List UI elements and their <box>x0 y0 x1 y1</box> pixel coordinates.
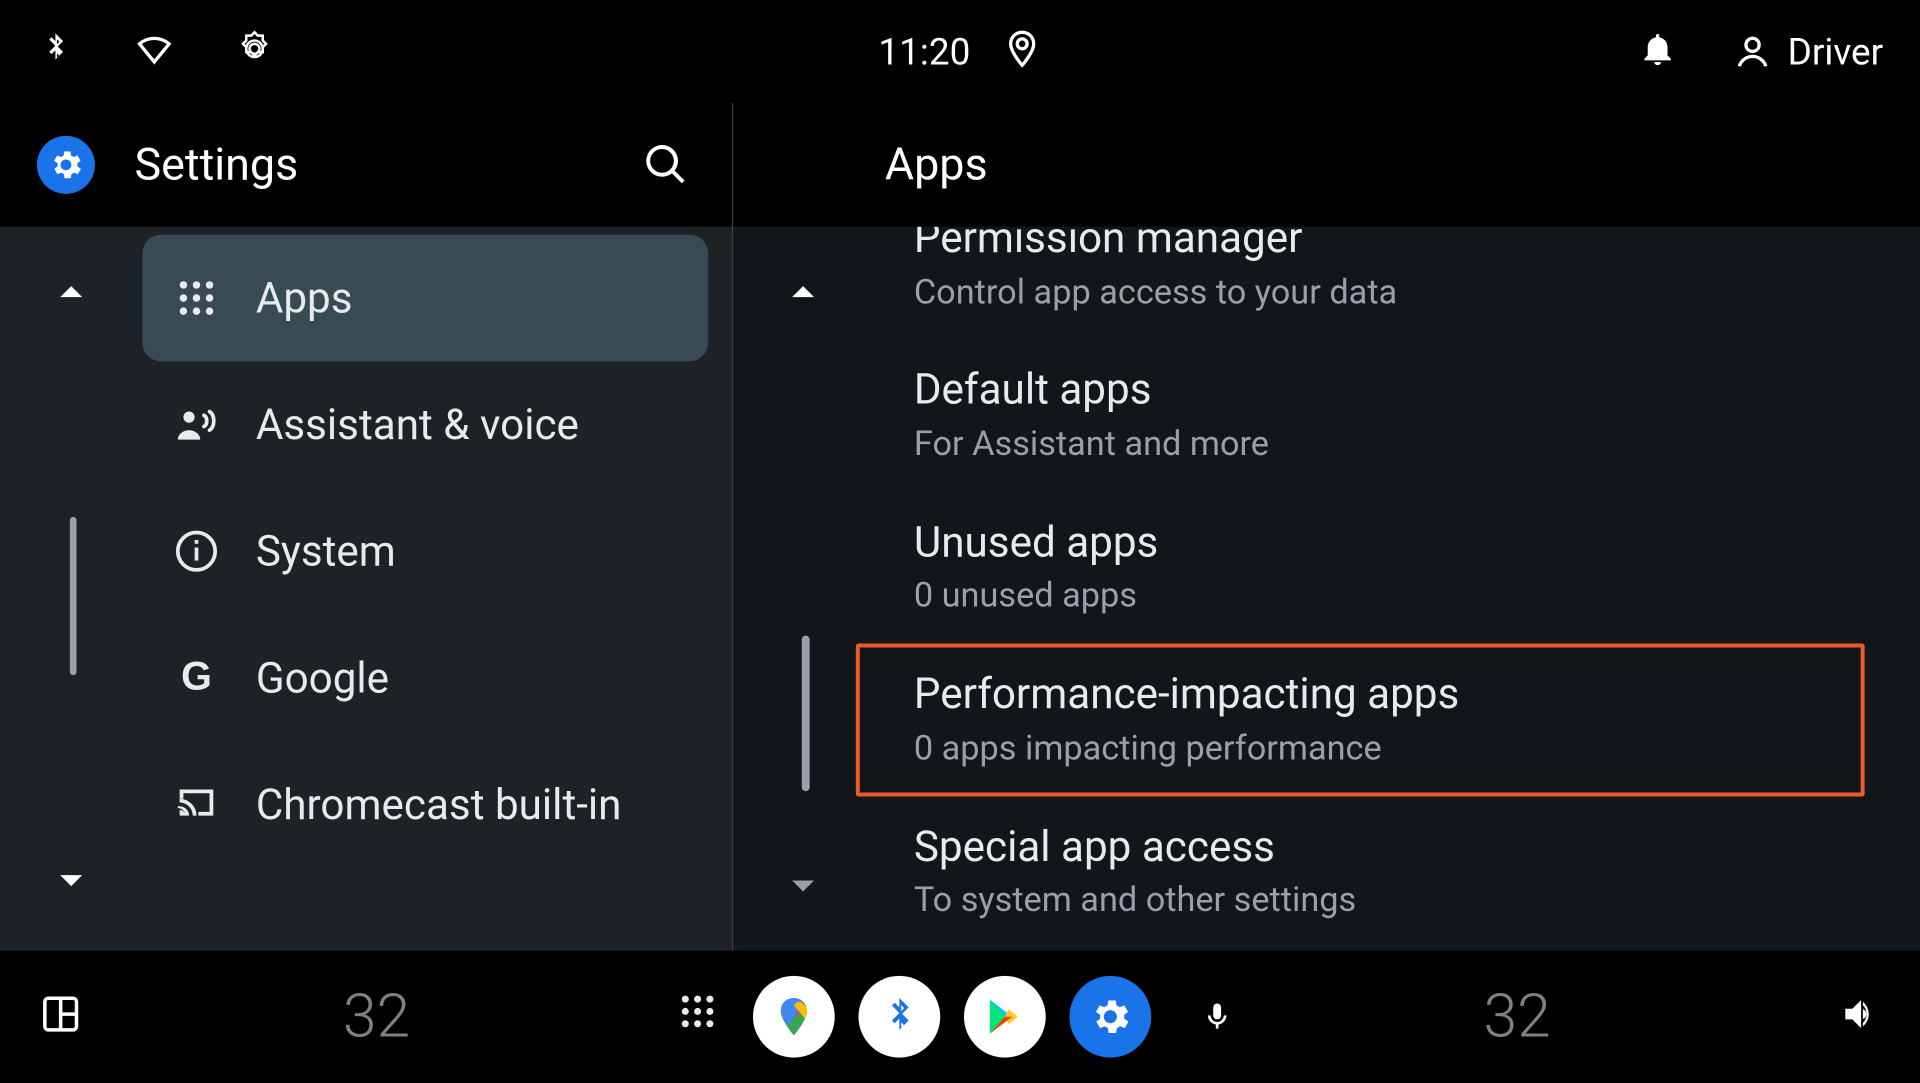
sidebar-scroll-up-button[interactable] <box>45 266 98 324</box>
bluetooth-app-button[interactable] <box>858 976 940 1058</box>
user-profile-label: Driver <box>1788 30 1883 74</box>
volume-icon[interactable] <box>1838 993 1880 1040</box>
detail-pane: Apps Permission manager Control app acce… <box>732 103 1920 951</box>
pane-divider <box>732 103 733 951</box>
settings-app-icon <box>37 136 95 194</box>
assistant-voice-icon <box>174 402 219 447</box>
detail-scroll-down-button[interactable] <box>777 858 830 916</box>
app-launcher-button[interactable] <box>676 990 729 1043</box>
sidebar-item-label: System <box>256 526 396 576</box>
sidebar-item-label: Assistant & voice <box>256 400 579 450</box>
detail-item-subtitle: 0 apps impacting performance <box>914 728 1807 773</box>
brightness-icon <box>235 29 275 74</box>
sidebar-item-label: Google <box>256 653 389 703</box>
settings-app-button[interactable] <box>1069 976 1151 1058</box>
detail-item-title: Performance-impacting apps <box>914 667 1807 722</box>
sidebar-scrollbar[interactable] <box>70 517 77 675</box>
apps-grid-icon <box>174 276 219 321</box>
detail-item-unused-apps[interactable]: Unused apps 0 unused apps <box>856 492 1865 644</box>
sidebar-item-chromecast[interactable]: Chromecast built-in <box>142 741 708 868</box>
sidebar-item-apps[interactable]: Apps <box>142 235 708 362</box>
info-icon <box>174 529 219 574</box>
nav-bar: 32 32 <box>0 951 1920 1083</box>
sidebar-item-assistant-voice[interactable]: Assistant & voice <box>142 361 708 488</box>
search-button[interactable] <box>637 136 695 194</box>
detail-scroll-up-button[interactable] <box>777 266 830 324</box>
sidebar-header: Settings <box>0 103 732 227</box>
detail-item-subtitle: To system and other settings <box>914 880 1807 925</box>
sidebar-scroll-down-button[interactable] <box>45 853 98 911</box>
google-g-icon: G <box>174 655 219 700</box>
cast-icon <box>174 782 219 827</box>
detail-item-subtitle: 0 unused apps <box>914 575 1807 620</box>
user-profile-button[interactable]: Driver <box>1732 30 1883 74</box>
voice-assistant-button[interactable] <box>1191 990 1244 1043</box>
detail-scrollbar[interactable] <box>802 636 810 792</box>
sidebar-item-system[interactable]: System <box>142 488 708 615</box>
detail-item-special-app-access[interactable]: Special app access To system and other s… <box>856 796 1865 948</box>
wifi-icon <box>135 29 175 74</box>
detail-item-default-apps[interactable]: Default apps For Assistant and more <box>856 339 1865 491</box>
maps-app-button[interactable] <box>753 976 835 1058</box>
detail-header: Apps <box>732 103 1920 227</box>
play-store-app-button[interactable] <box>964 976 1046 1058</box>
dashboard-icon[interactable] <box>40 993 82 1040</box>
detail-title: Apps <box>885 138 988 191</box>
sidebar-title: Settings <box>135 138 637 191</box>
detail-item-subtitle: Control app access to your data <box>914 271 1807 316</box>
temperature-right[interactable]: 32 <box>1483 981 1550 1052</box>
sidebar-item-google[interactable]: G Google <box>142 615 708 742</box>
status-bar: 11:20 Driver <box>0 0 1920 103</box>
status-time: 11:20 <box>878 30 970 74</box>
detail-item-performance-impacting-apps[interactable]: Performance-impacting apps 0 apps impact… <box>856 644 1865 796</box>
sidebar-item-label: Chromecast built-in <box>256 779 622 829</box>
location-icon <box>1002 29 1042 74</box>
detail-item-title: Unused apps <box>914 515 1807 570</box>
sidebar-item-label: Apps <box>256 273 353 323</box>
detail-item-subtitle: For Assistant and more <box>914 423 1807 468</box>
temperature-left[interactable]: 32 <box>343 981 410 1052</box>
settings-sidebar: Settings Apps Assistant & v <box>0 103 732 951</box>
notifications-icon[interactable] <box>1637 29 1677 74</box>
detail-item-title: Special app access <box>914 820 1807 875</box>
bluetooth-icon <box>37 30 74 72</box>
detail-item-title: Default apps <box>914 363 1807 418</box>
detail-item-title: Permission manager <box>914 227 1807 266</box>
detail-item-permission-manager[interactable]: Permission manager Control app access to… <box>856 227 1865 340</box>
